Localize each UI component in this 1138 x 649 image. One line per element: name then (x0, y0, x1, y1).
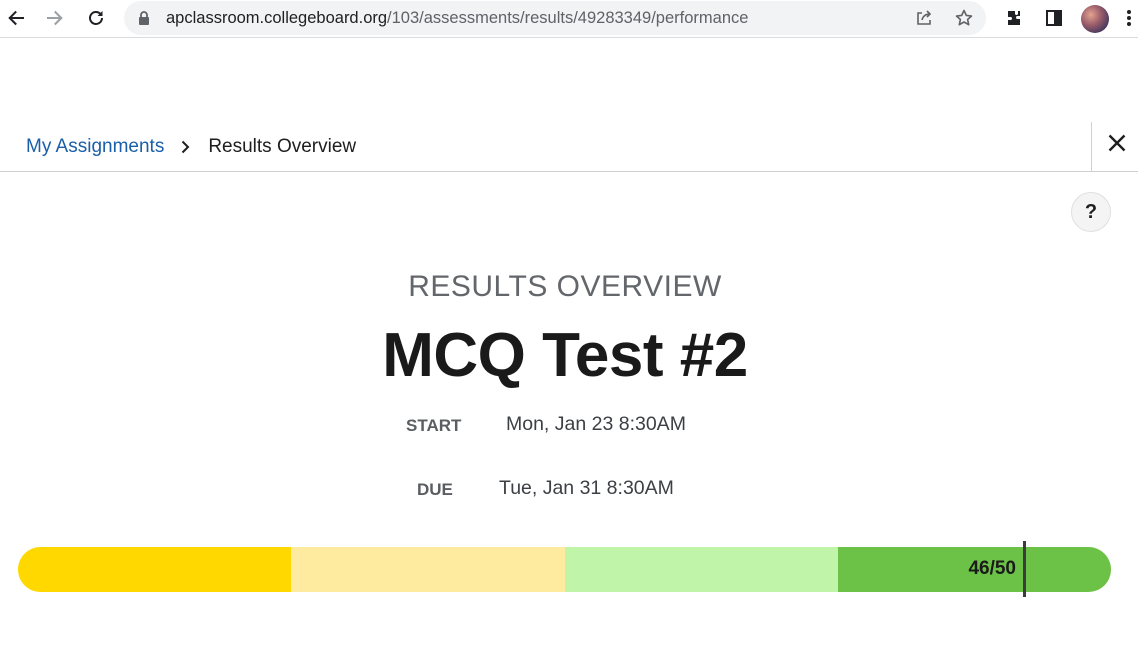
close-button[interactable] (1104, 130, 1130, 156)
breadcrumb-my-assignments-link[interactable]: My Assignments (26, 136, 164, 158)
score-segment-3 (565, 547, 838, 592)
back-icon[interactable] (2, 4, 30, 32)
chevron-right-icon (180, 140, 190, 154)
breadcrumb: My Assignments Results Overview (26, 134, 356, 160)
page-eyebrow: RESULTS OVERVIEW (408, 270, 722, 303)
breadcrumb-current: Results Overview (208, 136, 357, 157)
assessment-title: MCQ Test #2 (382, 321, 748, 390)
help-button[interactable]: ? (1071, 192, 1111, 232)
lock-icon[interactable] (138, 11, 150, 30)
url-text: apclassroom.collegeboard.org/103/assessm… (166, 9, 749, 27)
side-panel-icon[interactable] (1040, 4, 1068, 32)
star-icon[interactable] (954, 8, 974, 28)
forward-icon[interactable] (41, 4, 69, 32)
profile-avatar[interactable] (1081, 5, 1109, 33)
score-segment-2 (291, 547, 565, 592)
header-divider (0, 171, 1138, 172)
due-label: DUE (417, 480, 453, 499)
score-label: 46/50 (968, 558, 1016, 579)
browser-toolbar: apclassroom.collegeboard.org/103/assessm… (0, 0, 1138, 38)
reload-icon[interactable] (82, 4, 110, 32)
more-menu-icon[interactable] (1120, 4, 1138, 32)
address-bar[interactable]: apclassroom.collegeboard.org/103/assessm… (124, 1, 986, 35)
share-icon[interactable] (914, 8, 934, 28)
header-separator (1091, 122, 1092, 171)
start-label: START (406, 416, 462, 435)
due-value: Tue, Jan 31 8:30AM (499, 477, 674, 499)
extensions-icon[interactable] (1000, 4, 1028, 32)
start-value: Mon, Jan 23 8:30AM (506, 413, 686, 435)
close-icon (1108, 134, 1126, 152)
score-marker (1023, 541, 1026, 597)
score-segment-1 (18, 547, 291, 592)
